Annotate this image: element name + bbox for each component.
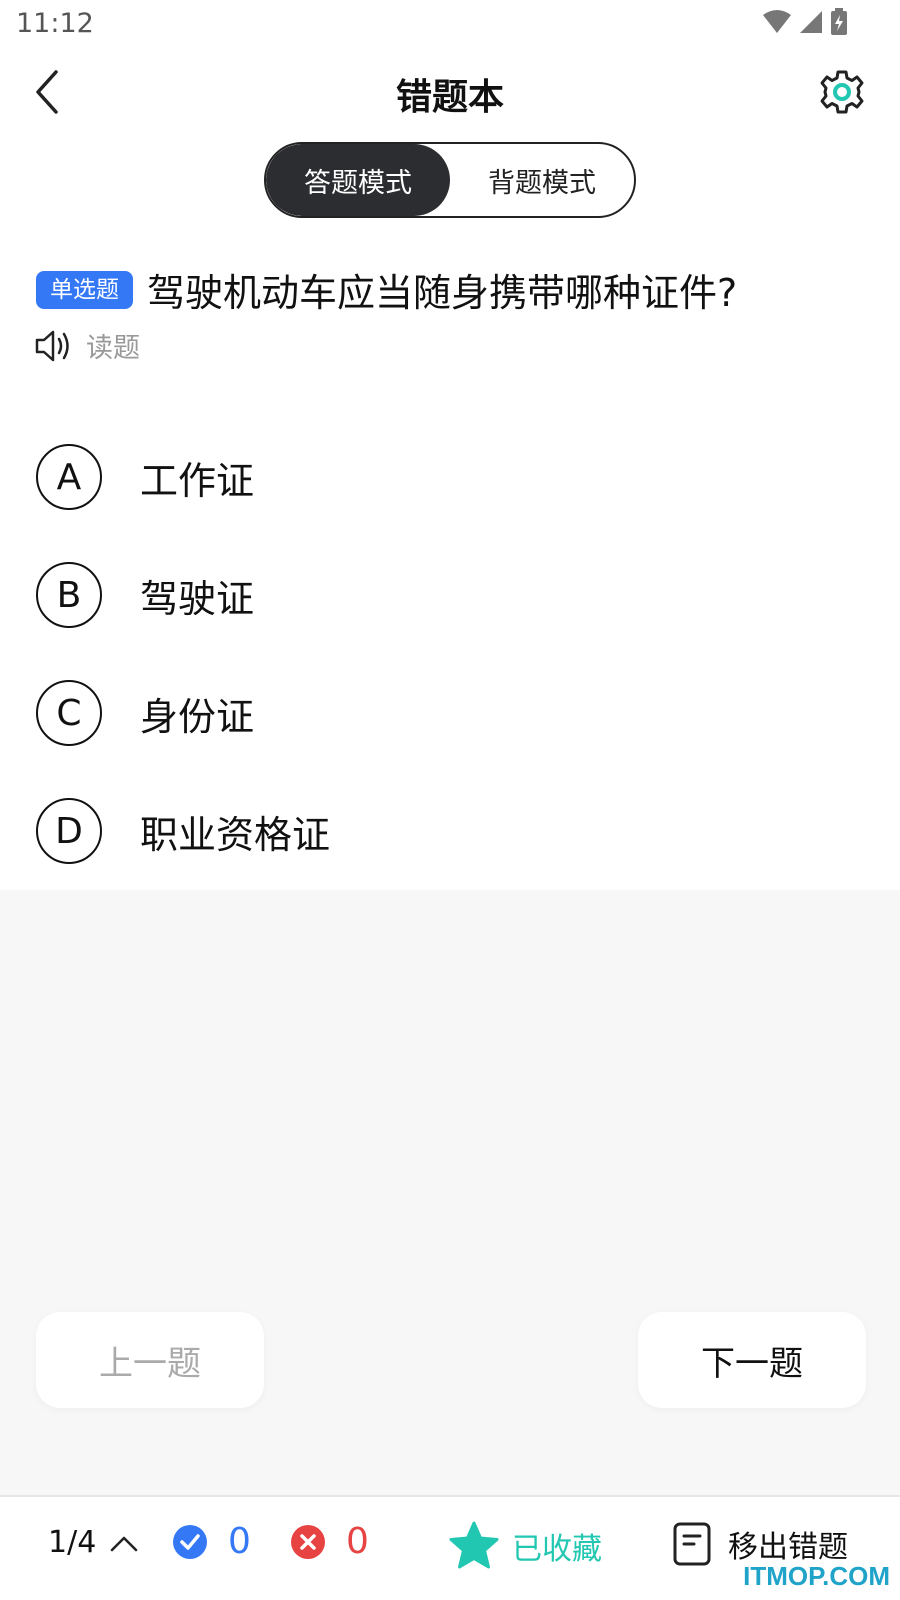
header: 错题本 bbox=[0, 50, 900, 134]
page-title: 错题本 bbox=[395, 77, 504, 118]
favorite-button[interactable]: 已收藏 bbox=[448, 1521, 602, 1571]
option-text: 驾驶证 bbox=[140, 576, 255, 621]
document-icon bbox=[673, 1522, 711, 1566]
option-text: 工作证 bbox=[140, 458, 255, 503]
progress-indicator[interactable]: 1/4 bbox=[48, 1525, 138, 1560]
option-text: 职业资格证 bbox=[140, 812, 331, 857]
question-type-badge: 单选题 bbox=[36, 270, 133, 309]
watermark: ITMOP.COM bbox=[743, 1561, 890, 1591]
option-b[interactable]: B 驾驶证 bbox=[36, 561, 866, 629]
question-text: 驾驶机动车应当随身携带哪种证件? bbox=[147, 271, 738, 315]
prev-question-button[interactable]: 上一题 bbox=[36, 1312, 264, 1408]
wrong-count-value: 0 bbox=[346, 1521, 369, 1562]
status-time: 11:12 bbox=[16, 8, 94, 39]
chevron-up-icon bbox=[111, 1536, 138, 1551]
check-circle-icon bbox=[173, 1524, 207, 1559]
settings-button[interactable] bbox=[814, 64, 870, 120]
wrong-count: 0 bbox=[290, 1521, 369, 1562]
tab-answer-mode[interactable]: 答题模式 bbox=[266, 144, 450, 216]
correct-count: 0 bbox=[172, 1521, 251, 1562]
option-d[interactable]: D 职业资格证 bbox=[36, 797, 866, 865]
question: 单选题 驾驶机动车应当随身携带哪种证件? bbox=[36, 262, 866, 317]
remove-label: 移出错题 bbox=[728, 1530, 848, 1565]
star-icon bbox=[449, 1521, 499, 1569]
mode-toggle: 答题模式 背题模式 bbox=[264, 142, 636, 218]
correct-count-value: 0 bbox=[228, 1521, 251, 1562]
speaker-icon bbox=[35, 330, 69, 361]
option-a[interactable]: A 工作证 bbox=[36, 443, 866, 511]
tab-review-mode[interactable]: 背题模式 bbox=[450, 144, 634, 216]
progress-text: 1/4 bbox=[48, 1525, 97, 1560]
option-letter: C bbox=[36, 680, 102, 746]
option-letter: D bbox=[36, 798, 102, 864]
option-letter: A bbox=[36, 444, 102, 510]
status-bar: 11:12 bbox=[0, 0, 900, 50]
read-question-label: 读题 bbox=[86, 333, 140, 364]
favorite-label: 已收藏 bbox=[512, 1532, 602, 1567]
signal-icon bbox=[800, 11, 822, 33]
x-circle-icon bbox=[291, 1524, 325, 1559]
settings-gear-icon bbox=[820, 70, 864, 114]
wifi-icon bbox=[763, 10, 791, 33]
option-text: 身份证 bbox=[140, 694, 255, 739]
next-question-button[interactable]: 下一题 bbox=[638, 1312, 866, 1408]
read-question-button[interactable]: 读题 bbox=[34, 326, 140, 365]
status-icons bbox=[762, 8, 848, 36]
battery-icon bbox=[831, 8, 847, 35]
option-letter: B bbox=[36, 562, 102, 628]
option-c[interactable]: C 身份证 bbox=[36, 679, 866, 747]
